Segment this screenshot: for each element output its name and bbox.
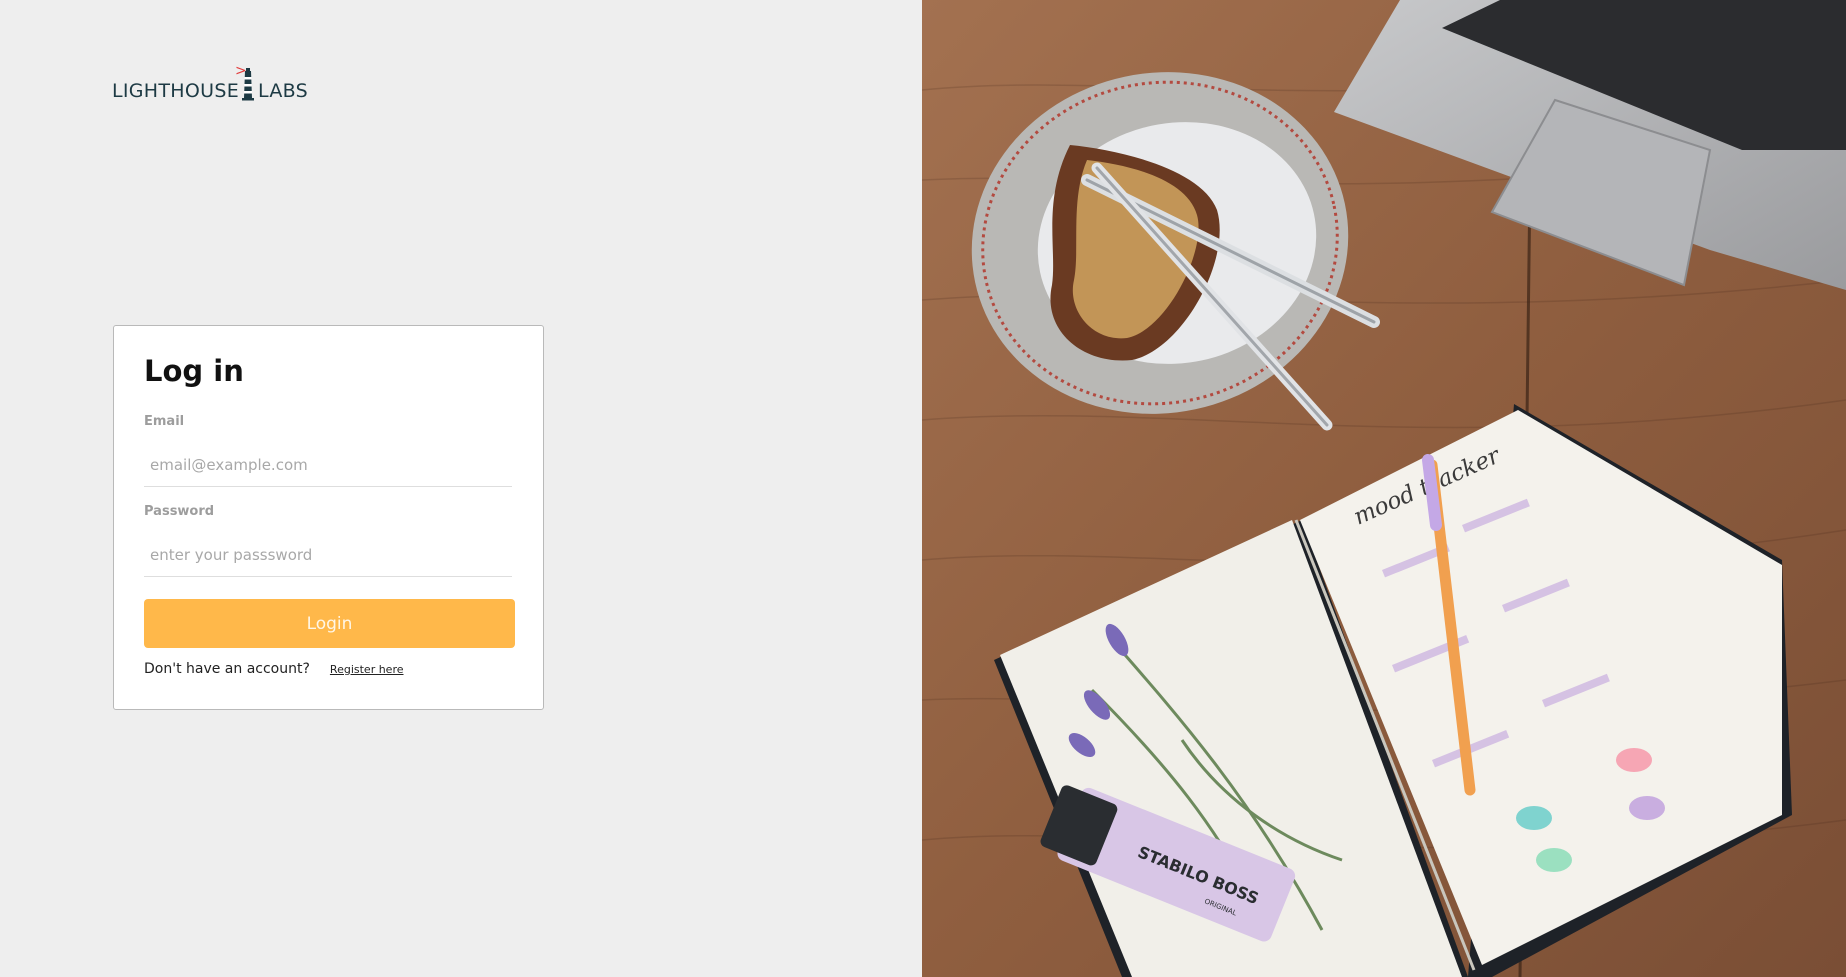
caret-icon: > xyxy=(235,63,248,79)
email-field[interactable] xyxy=(144,443,512,487)
brand-name-right: LABS xyxy=(258,80,309,102)
login-page: LIGHTHOUSE > LABS Log in Email Password xyxy=(0,0,1846,977)
password-label: Password xyxy=(144,504,215,519)
hero-image: mood tracker STABILO BOSS ORIGINAL xyxy=(922,0,1846,977)
login-title: Log in xyxy=(144,354,244,388)
login-button[interactable]: Login xyxy=(144,599,515,648)
no-account-text: Don't have an account? xyxy=(144,661,310,677)
register-link[interactable]: Register here xyxy=(330,663,404,676)
password-field[interactable] xyxy=(144,533,512,577)
login-pane: LIGHTHOUSE > LABS Log in Email Password xyxy=(0,0,922,977)
brand-logo[interactable]: LIGHTHOUSE > LABS xyxy=(112,64,309,102)
login-card: Log in Email Password Login Don't have a… xyxy=(113,325,544,710)
lighthouse-icon: > xyxy=(235,64,255,102)
hero-illustration: mood tracker STABILO BOSS ORIGINAL xyxy=(922,0,1846,977)
register-row: Don't have an account? Register here xyxy=(144,661,404,677)
brand-name-left: LIGHTHOUSE xyxy=(112,80,240,102)
email-label: Email xyxy=(144,414,185,429)
